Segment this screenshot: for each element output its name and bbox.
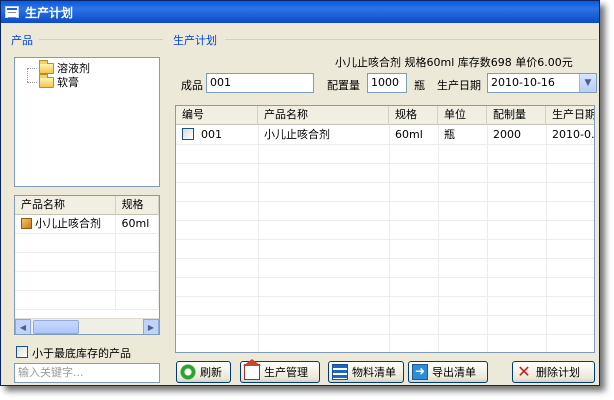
column-header-product-name[interactable]: 产品名称: [258, 106, 389, 125]
refresh-button-label: 刷新: [200, 366, 222, 379]
horizontal-scrollbar[interactable]: ◀ ▶: [15, 318, 159, 334]
plan-table-header: 编号 产品名称 规格 单位 配制量 生产日期: [176, 106, 594, 125]
table-row[interactable]: 001 小儿止咳合剂 60ml 瓶 2000 2010-0...: [176, 126, 594, 145]
plan-group-title: 生产计划: [173, 34, 217, 47]
production-manage-label: 生产管理: [264, 366, 308, 379]
quantity-label: 配置量: [327, 79, 360, 92]
column-header-quantity[interactable]: 配制量: [487, 106, 546, 125]
column-header-spec[interactable]: 规格: [116, 196, 159, 215]
export-list-button[interactable]: 导出清单: [408, 361, 488, 383]
product-code-field[interactable]: 001: [206, 73, 314, 93]
scroll-thumb[interactable]: [33, 320, 79, 334]
materials-list-button[interactable]: 物料清单: [328, 361, 404, 383]
home-icon: [243, 359, 261, 380]
title-bar[interactable]: 生产计划: [1, 1, 599, 23]
product-info-line: 小儿止咳合剂 规格60ml 库存数698 单价6.00元: [335, 56, 573, 69]
folder-icon: [39, 59, 54, 74]
search-input[interactable]: 输入关键字...: [14, 363, 160, 383]
chevron-down-icon[interactable]: ▼: [579, 74, 596, 92]
column-header-id[interactable]: 编号: [176, 106, 258, 125]
app-window-icon: [5, 6, 19, 18]
folder-icon: [39, 73, 54, 88]
list-icon: [332, 364, 348, 380]
table-cell-unit: 瓶: [444, 128, 455, 141]
product-list[interactable]: 产品名称 规格 小儿止咳合剂 60ml ◀ ▶: [14, 195, 160, 335]
quantity-field[interactable]: 1000: [367, 73, 407, 93]
production-date-label: 生产日期: [437, 79, 481, 92]
production-date-picker[interactable]: 2010-10-16 ▼: [487, 73, 597, 93]
products-group-divider: [39, 39, 163, 40]
table-cell-id: 001: [176, 126, 258, 145]
column-header-unit[interactable]: 单位: [438, 106, 487, 125]
window-title: 生产计划: [25, 5, 74, 20]
grid-lines: [176, 125, 594, 352]
table-cell-spec: 60ml: [395, 128, 423, 141]
list-item-empty: [15, 291, 159, 310]
list-item[interactable]: 小儿止咳合剂 60ml: [15, 215, 159, 234]
tree-connector: [27, 82, 37, 83]
plan-group-divider: [225, 39, 597, 40]
tree-connector: [27, 68, 37, 69]
export-list-label: 导出清单: [432, 366, 476, 379]
row-id: 001: [201, 128, 222, 141]
list-item-empty: [15, 272, 159, 291]
main-window: 生产计划 产品 溶液剂 软膏 产品名称 规格 小儿止咳合剂 60ml ◀ ▶ 小…: [0, 0, 600, 386]
column-header-product-name[interactable]: 产品名称: [15, 196, 116, 215]
product-list-header: 产品名称 规格: [15, 196, 159, 215]
low-stock-label: 小于最底库存的产品: [32, 347, 131, 360]
delete-plan-label: 删除计划: [536, 366, 580, 379]
unit-label: 瓶: [414, 79, 425, 92]
product-box-icon: [21, 218, 32, 229]
list-item-empty: [15, 234, 159, 253]
products-group-title: 产品: [11, 34, 33, 47]
table-cell-date: 2010-0...: [552, 128, 595, 141]
production-manage-button[interactable]: 生产管理: [240, 359, 320, 383]
list-cell-spec: 60ml: [116, 215, 159, 234]
table-cell-name: 小儿止咳合剂: [264, 128, 330, 141]
plan-table[interactable]: 编号 产品名称 规格 单位 配制量 生产日期 001 小儿止咳合剂 60ml 瓶…: [175, 105, 595, 353]
column-header-spec[interactable]: 规格: [389, 106, 438, 125]
scroll-left-icon[interactable]: ◀: [15, 319, 31, 334]
tree-connector: [27, 68, 28, 82]
export-icon: [412, 364, 428, 380]
column-header-production-date[interactable]: 生产日期: [546, 106, 594, 125]
delete-x-icon: ✕: [517, 362, 531, 381]
list-item-empty: [15, 253, 159, 272]
table-cell-quantity: 2000: [493, 128, 521, 141]
tree-item-ointment[interactable]: 软膏: [39, 73, 79, 89]
row-checkbox[interactable]: [182, 128, 194, 140]
tree-item-label: 软膏: [57, 76, 79, 89]
low-stock-checkbox[interactable]: [16, 346, 28, 358]
list-cell-name: 小儿止咳合剂: [15, 215, 116, 234]
materials-list-label: 物料清单: [352, 366, 396, 379]
refresh-button[interactable]: 刷新: [176, 361, 231, 383]
product-name: 小儿止咳合剂: [35, 217, 101, 230]
scroll-right-icon[interactable]: ▶: [143, 319, 159, 334]
refresh-icon: [180, 364, 196, 380]
product-code-label: 成品: [181, 79, 203, 92]
category-tree[interactable]: 溶液剂 软膏: [14, 57, 160, 187]
production-date-value: 2010-10-16: [491, 76, 555, 89]
delete-plan-button[interactable]: ✕ 删除计划: [512, 361, 595, 383]
